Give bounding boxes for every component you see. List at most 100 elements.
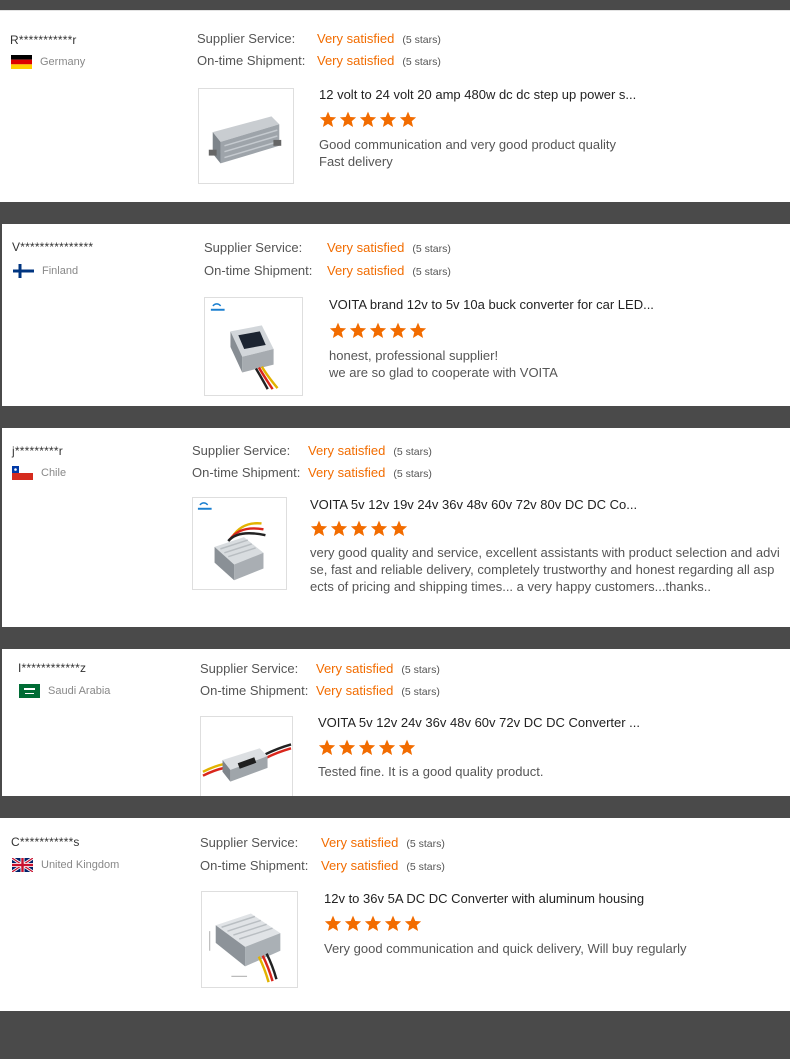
product-thumbnail[interactable] — [192, 497, 287, 590]
shipment-label: On-time Shipment: — [204, 263, 313, 278]
star-icon — [319, 111, 337, 127]
supplier-service-value: Very satisfied — [321, 835, 399, 850]
supplier-service-row: Supplier Service: Very satisfied (5 star… — [192, 440, 432, 462]
comment-line: se, fast and reliable delivery, complete… — [310, 562, 775, 577]
reviewer-country: Chile — [12, 466, 66, 480]
product-title-link[interactable]: VOITA brand 12v to 5v 10a buck converter… — [329, 297, 654, 312]
star-icon — [344, 915, 362, 931]
shipment-stars: (5 stars) — [402, 56, 441, 68]
comment-line: Tested fine. It is a good quality produc… — [318, 764, 544, 779]
product-title-link[interactable]: 12 volt to 24 volt 20 amp 480w dc dc ste… — [319, 87, 636, 102]
supplier-service-label: Supplier Service: — [200, 835, 299, 850]
supplier-service-value: Very satisfied — [316, 661, 394, 676]
comment-line: we are so glad to cooperate with VOITA — [329, 365, 558, 380]
shipment-value: Very satisfied — [327, 263, 405, 278]
star-rating — [310, 520, 408, 537]
product-thumbnail[interactable] — [200, 716, 293, 796]
shipment-label: On-time Shipment: — [192, 465, 301, 480]
shipment-row: On-time Shipment: Very satisfied (5 star… — [197, 50, 441, 72]
uk-flag-icon — [12, 858, 33, 872]
star-icon — [324, 915, 342, 931]
reviewer-name: j*********r — [12, 444, 63, 458]
ratings-block: Supplier Service: Very satisfied (5 star… — [204, 237, 451, 282]
shipment-label: On-time Shipment: — [197, 53, 306, 68]
shipment-value: Very satisfied — [321, 858, 399, 873]
shipment-row: On-time Shipment: Very satisfied (5 star… — [204, 260, 451, 282]
reviewer-name: C***********s — [11, 835, 80, 849]
shipment-value: Very satisfied — [308, 465, 386, 480]
star-icon — [339, 111, 357, 127]
country-label: Saudi Arabia — [48, 685, 111, 697]
comment-line: Good communication and very good product… — [319, 137, 617, 152]
product-thumbnail[interactable] — [204, 297, 303, 396]
shipment-row: On-time Shipment: Very satisfied (5 star… — [200, 680, 440, 702]
comment-line: honest, professional supplier! — [329, 348, 499, 363]
supplier-service-value: Very satisfied — [308, 443, 386, 458]
country-label: Finland — [42, 265, 79, 277]
review-comment: honest, professional supplier! we are so … — [329, 347, 558, 381]
review-card: R***********r Germany Supplier Service: … — [0, 10, 790, 202]
product-thumbnail[interactable] — [201, 891, 298, 988]
review-card: V*************** Finland Supplier Servic… — [2, 224, 790, 406]
shipment-label: On-time Shipment: — [200, 683, 309, 698]
country-label: Germany — [40, 56, 86, 68]
review-comment: Very good communication and quick delive… — [324, 940, 686, 957]
shipment-value: Very satisfied — [316, 683, 394, 698]
product-title-link[interactable]: VOITA 5v 12v 19v 24v 36v 48v 60v 72v 80v… — [310, 497, 637, 512]
supplier-service-stars: (5 stars) — [393, 446, 432, 458]
reviewer-name: R***********r — [10, 33, 77, 47]
review-comment: Tested fine. It is a good quality produc… — [318, 763, 543, 780]
dc-converter-image — [197, 502, 266, 581]
shipment-stars: (5 stars) — [393, 468, 432, 480]
chile-flag-icon — [12, 466, 33, 480]
comment-line: very good quality and service, excellent… — [310, 545, 780, 560]
review-comment: Good communication and very good product… — [319, 136, 616, 170]
product-title-link[interactable]: VOITA 5v 12v 24v 36v 48v 60v 72v DC DC C… — [318, 715, 640, 730]
star-rating — [319, 111, 417, 128]
star-icon — [398, 739, 416, 755]
star-icon — [409, 322, 427, 338]
ratings-block: Supplier Service: Very satisfied (5 star… — [197, 28, 441, 72]
supplier-service-value: Very satisfied — [327, 240, 405, 255]
shipment-stars: (5 stars) — [401, 686, 440, 698]
supplier-service-label: Supplier Service: — [197, 31, 296, 46]
star-rating — [329, 322, 427, 339]
comment-line: ects of pricing and shipping times... a … — [310, 579, 712, 594]
star-icon — [378, 739, 396, 755]
star-icon — [369, 322, 387, 338]
review-card: j*********r Chile Supplier Service: Very… — [2, 428, 790, 627]
star-icon — [399, 111, 417, 127]
star-icon — [310, 520, 328, 536]
ratings-block: Supplier Service: Very satisfied (5 star… — [200, 832, 445, 877]
shipment-label: On-time Shipment: — [200, 858, 309, 873]
star-rating — [318, 739, 416, 756]
product-title-link[interactable]: 12v to 36v 5A DC DC Converter with alumi… — [324, 891, 644, 906]
ratings-block: Supplier Service: Very satisfied (5 star… — [200, 658, 440, 702]
supplier-service-stars: (5 stars) — [402, 34, 441, 46]
supplier-service-label: Supplier Service: — [204, 240, 303, 255]
star-icon — [350, 520, 368, 536]
product-thumbnail[interactable] — [198, 88, 294, 184]
reviewer-country: Germany — [11, 55, 85, 69]
review-card: C***********s United Kingdom Supplier Se… — [0, 818, 790, 1011]
review-card: I************z Saudi Arabia Supplier Ser… — [2, 649, 790, 796]
aluminum-converter-image — [209, 913, 281, 983]
review-comment: very good quality and service, excellent… — [310, 544, 780, 595]
star-icon — [349, 322, 367, 338]
ratings-block: Supplier Service: Very satisfied (5 star… — [192, 440, 432, 484]
reviewer-name: I************z — [18, 661, 87, 675]
star-icon — [384, 915, 402, 931]
reviewer-country: Finland — [13, 264, 78, 278]
supplier-service-row: Supplier Service: Very satisfied (5 star… — [197, 28, 441, 50]
supplier-service-value: Very satisfied — [317, 31, 395, 46]
star-icon — [389, 322, 407, 338]
supplier-service-stars: (5 stars) — [406, 838, 445, 850]
supplier-service-stars: (5 stars) — [401, 664, 440, 676]
supplier-service-label: Supplier Service: — [192, 443, 291, 458]
shipment-stars: (5 stars) — [406, 861, 445, 873]
star-icon — [318, 739, 336, 755]
star-icon — [379, 111, 397, 127]
shipment-value: Very satisfied — [317, 53, 395, 68]
comment-line: Very good communication and quick delive… — [324, 941, 687, 956]
star-icon — [364, 915, 382, 931]
